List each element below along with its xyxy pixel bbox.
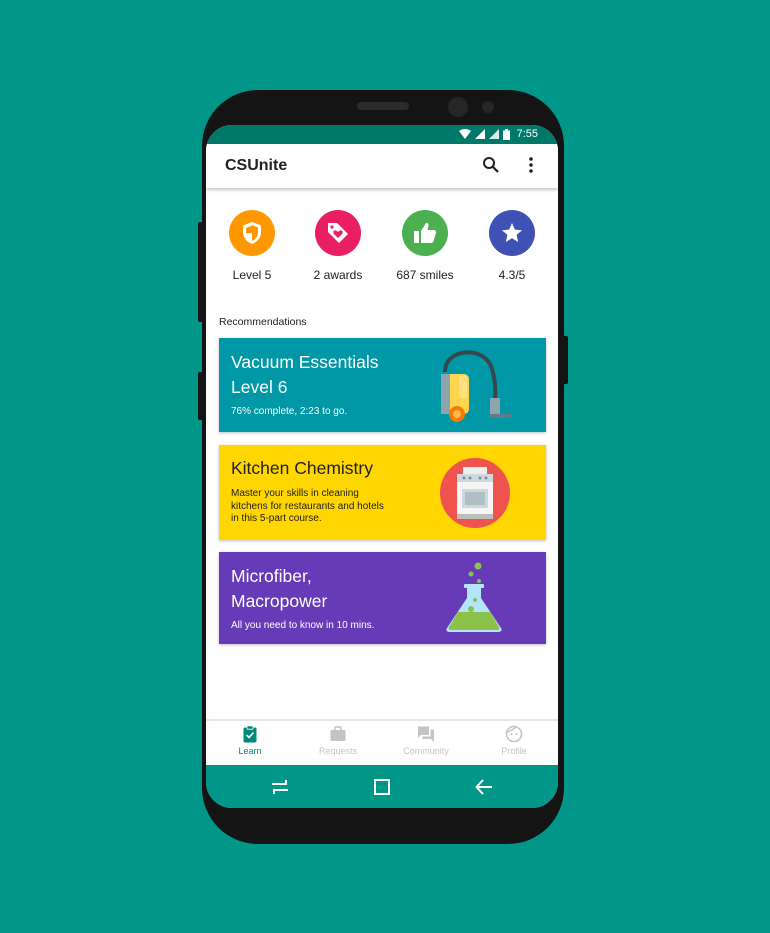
shield-icon bbox=[229, 210, 275, 256]
briefcase-icon bbox=[330, 726, 346, 741]
clipboard-icon bbox=[243, 725, 257, 743]
more-vert-icon[interactable] bbox=[524, 155, 538, 175]
card-description: 76% complete, 2:23 to go. bbox=[231, 406, 348, 417]
phone-power-button bbox=[562, 336, 568, 384]
phone-camera bbox=[448, 97, 468, 117]
card-vacuum-essentials[interactable]: Vacuum Essentials Level 6 76% complete, … bbox=[219, 338, 546, 432]
recents-icon[interactable] bbox=[269, 776, 291, 798]
signal-icon bbox=[488, 129, 499, 139]
wifi-icon bbox=[458, 129, 471, 139]
nav-label: Learn bbox=[238, 746, 262, 756]
card-description-line: Master your skills in cleaning bbox=[231, 488, 359, 499]
stat-level-label: Level 5 bbox=[232, 268, 272, 282]
stat-level[interactable]: Level 5 bbox=[212, 210, 292, 282]
card-kitchen-chemistry[interactable]: Kitchen Chemistry Master your skills in … bbox=[219, 445, 546, 540]
card-title-line: Microfiber, bbox=[231, 566, 312, 586]
nav-item-profile[interactable]: Profile bbox=[470, 725, 558, 756]
system-nav-bar bbox=[206, 765, 558, 808]
stat-awards-label: 2 awards bbox=[313, 268, 363, 282]
card-title-line: Macropower bbox=[231, 591, 328, 611]
chat-icon bbox=[418, 726, 434, 742]
face-icon bbox=[505, 725, 523, 743]
signal-icon bbox=[474, 129, 485, 139]
phone-speaker bbox=[357, 102, 409, 110]
app-bar: CSUnite bbox=[206, 144, 558, 188]
stats-row: Level 5 2 awards 687 smiles 4.3/5 bbox=[206, 210, 558, 290]
card-title-line: Kitchen Chemistry bbox=[231, 458, 373, 478]
flask-icon bbox=[446, 562, 502, 632]
stat-rating-label: 4.3/5 bbox=[498, 268, 526, 282]
card-description: All you need to know in 10 mins. bbox=[231, 620, 375, 631]
star-icon bbox=[489, 210, 535, 256]
stat-rating[interactable]: 4.3/5 bbox=[472, 210, 552, 282]
vacuum-icon bbox=[441, 350, 511, 422]
bottom-navigation: Learn Requests Community Profile bbox=[206, 719, 558, 765]
nav-label: Requests bbox=[318, 746, 358, 756]
nav-item-community[interactable]: Community bbox=[382, 725, 470, 756]
battery-icon bbox=[502, 128, 510, 140]
nav-item-requests[interactable]: Requests bbox=[294, 725, 382, 756]
nav-label: Community bbox=[403, 746, 449, 756]
search-icon[interactable] bbox=[481, 155, 501, 175]
back-arrow-icon[interactable] bbox=[473, 776, 495, 798]
phone-screen: 7:55 CSUnite Level 5 2 awards 687 smiles… bbox=[206, 125, 558, 808]
status-time: 7:55 bbox=[516, 128, 538, 140]
home-square-icon[interactable] bbox=[371, 776, 393, 798]
card-description-line: kitchens for restaurants and hotels bbox=[231, 500, 384, 512]
recommendations-heading: Recommendations bbox=[219, 316, 307, 328]
card-title-line: Level 6 bbox=[231, 377, 288, 397]
app-title: CSUnite bbox=[225, 157, 288, 174]
nav-label: Profile bbox=[501, 746, 527, 756]
status-bar: 7:55 bbox=[206, 125, 558, 144]
phone-sensor bbox=[482, 101, 494, 113]
stove-icon bbox=[440, 458, 510, 528]
nav-item-learn[interactable]: Learn bbox=[206, 725, 294, 756]
tag-heart-icon bbox=[315, 210, 361, 256]
phone-side-button bbox=[198, 222, 204, 322]
thumbs-up-icon bbox=[402, 210, 448, 256]
stat-smiles[interactable]: 687 smiles bbox=[385, 210, 465, 282]
card-microfiber-macropower[interactable]: Microfiber, Macropower All you need to k… bbox=[219, 552, 546, 644]
phone-side-button bbox=[198, 372, 204, 420]
card-description-line: in this 5-part course. bbox=[231, 513, 322, 524]
stat-awards[interactable]: 2 awards bbox=[298, 210, 378, 282]
card-title-line: Vacuum Essentials bbox=[231, 352, 379, 372]
stat-smiles-label: 687 smiles bbox=[396, 268, 454, 282]
